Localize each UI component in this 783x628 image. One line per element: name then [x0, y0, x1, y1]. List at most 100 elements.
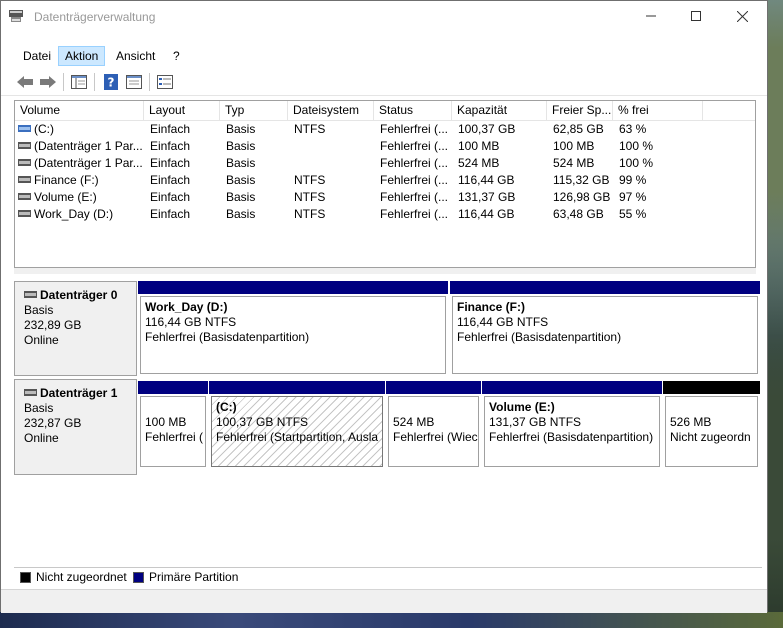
partition-size: 100,37 GB NTFS: [216, 415, 309, 429]
cell-typ: Basis: [226, 122, 256, 136]
menu-ansicht[interactable]: Ansicht: [110, 47, 161, 65]
desktop-taskbar-strip: [0, 612, 783, 628]
table-row[interactable]: (Datenträger 1 Par... Einfach Basis Fehl…: [15, 155, 755, 172]
cell-volume: (Datenträger 1 Par...: [34, 156, 142, 170]
partition-body: 526 MB Nicht zugeordn: [665, 396, 758, 467]
cell-freier-speicher: 63,48 GB: [553, 207, 604, 221]
cell-typ: Basis: [226, 207, 256, 221]
disk-name: Datenträger 0: [40, 288, 118, 302]
cell-volume: (C:): [34, 122, 54, 136]
unallocated-bar: [663, 381, 760, 394]
partition-unallocated[interactable]: 526 MB Nicht zugeordn: [663, 381, 760, 469]
cell-layout: Einfach: [150, 190, 191, 204]
cell-dateisystem: NTFS: [294, 173, 326, 187]
close-button[interactable]: [719, 1, 765, 31]
drive-icon: [18, 193, 31, 201]
column-header-prozent-frei[interactable]: % frei: [613, 101, 703, 120]
partition-size: 131,37 GB NTFS: [489, 415, 582, 429]
menu-help[interactable]: ?: [167, 47, 186, 65]
toolbar-separator: [63, 73, 64, 91]
column-header-freier-speicher[interactable]: Freier Sp...: [547, 101, 613, 120]
properties-icon: [126, 75, 142, 89]
disk-management-icon: [9, 10, 23, 22]
column-header-layout[interactable]: Layout: [144, 101, 220, 120]
menu-bar: Datei Aktion Ansicht ?: [1, 45, 767, 67]
title-bar: Datenträgerverwaltung: [1, 1, 767, 31]
menu-datei[interactable]: Datei: [17, 47, 57, 65]
volume-list-header: Volume Layout Typ Dateisystem Status Kap…: [15, 101, 755, 121]
back-arrow-icon: [17, 76, 33, 88]
partition-body: 524 MB Fehlerfrei (Wiec: [388, 396, 479, 467]
console-tree-icon: [71, 75, 87, 89]
forward-arrow-icon: [40, 76, 56, 88]
cell-typ: Basis: [226, 156, 256, 170]
forward-button[interactable]: [38, 73, 58, 91]
partition-title: Work_Day (D:): [145, 300, 228, 314]
partition-title: Finance (F:): [457, 300, 525, 314]
column-header-kapazitaet[interactable]: Kapazität: [452, 101, 547, 120]
cell-freier-speicher: 115,32 GB: [553, 173, 610, 187]
cell-status: Fehlerfrei (...: [380, 139, 449, 153]
cell-layout: Einfach: [150, 139, 191, 153]
toolbar-separator: [149, 73, 150, 91]
cell-volume: Work_Day (D:): [34, 207, 114, 221]
primary-partition-bar: [209, 381, 385, 394]
partition-efi[interactable]: 100 MB Fehlerfrei (: [138, 381, 208, 469]
drive-icon: [18, 176, 31, 184]
partition-c[interactable]: (C:) 100,37 GB NTFS Fehlerfrei (Startpar…: [209, 381, 385, 469]
disk-0-label[interactable]: Datenträger 0 Basis 232,89 GB Online: [14, 281, 137, 376]
partition-work-day[interactable]: Work_Day (D:) 116,44 GB NTFS Fehlerfrei …: [138, 281, 448, 376]
table-row[interactable]: Volume (E:) Einfach Basis NTFS Fehlerfre…: [15, 189, 755, 206]
partition-status: Fehlerfrei (: [145, 430, 204, 444]
cell-layout: Einfach: [150, 156, 191, 170]
hard-disk-icon: [24, 389, 37, 397]
table-row[interactable]: Finance (F:) Einfach Basis NTFS Fehlerfr…: [15, 172, 755, 189]
partition-status: Fehlerfrei (Startpartition, Ausla: [216, 430, 379, 444]
partition-size: 100 MB: [145, 415, 187, 429]
partition-volume-e[interactable]: Volume (E:) 131,37 GB NTFS Fehlerfrei (B…: [482, 381, 662, 469]
column-header-volume[interactable]: Volume: [15, 101, 144, 120]
table-row[interactable]: Work_Day (D:) Einfach Basis NTFS Fehlerf…: [15, 206, 755, 223]
column-header-dateisystem[interactable]: Dateisystem: [288, 101, 374, 120]
console-tree-button[interactable]: [69, 73, 89, 91]
back-button[interactable]: [15, 73, 35, 91]
maximize-button[interactable]: [673, 1, 719, 31]
partition-finance[interactable]: Finance (F:) 116,44 GB NTFS Fehlerfrei (…: [450, 281, 760, 376]
window-title: Datenträgerverwaltung: [34, 10, 156, 24]
table-row[interactable]: (Datenträger 1 Par... Einfach Basis Fehl…: [15, 138, 755, 155]
cell-kapazitaet: 524 MB: [458, 156, 500, 170]
partition-size: 526 MB: [670, 415, 712, 429]
partition-status: Fehlerfrei (Basisdatenpartition): [145, 330, 310, 344]
column-header-typ[interactable]: Typ: [220, 101, 288, 120]
cell-kapazitaet: 100 MB: [458, 139, 500, 153]
minimize-icon: [646, 15, 656, 17]
disk-graphical-view: Datenträger 0 Basis 232,89 GB Online Wor…: [14, 274, 762, 564]
cell-typ: Basis: [226, 173, 256, 187]
partition-recovery[interactable]: 524 MB Fehlerfrei (Wiec: [386, 381, 481, 469]
cell-volume: (Datenträger 1 Par...: [34, 139, 142, 153]
cell-status: Fehlerfrei (...: [380, 122, 449, 136]
table-row[interactable]: (C:) Einfach Basis NTFS Fehlerfrei (... …: [15, 121, 755, 138]
partition-size: 116,44 GB NTFS: [457, 315, 549, 329]
column-header-status[interactable]: Status: [374, 101, 452, 120]
properties-button[interactable]: [124, 73, 144, 91]
cell-prozent-frei: 97 %: [619, 190, 647, 204]
partition-size: 524 MB: [393, 415, 435, 429]
menu-aktion[interactable]: Aktion: [58, 46, 106, 66]
cell-layout: Einfach: [150, 122, 191, 136]
cell-freier-speicher: 126,98 GB: [553, 190, 611, 204]
minimize-button[interactable]: [628, 1, 674, 31]
partition-body: (C:) 100,37 GB NTFS Fehlerfrei (Startpar…: [211, 396, 383, 467]
cell-freier-speicher: 100 MB: [553, 139, 595, 153]
cell-dateisystem: NTFS: [294, 190, 326, 204]
system-drive-icon: [18, 125, 31, 133]
cell-kapazitaet: 131,37 GB: [458, 190, 516, 204]
disk-type: Basis: [24, 401, 54, 415]
drive-icon: [18, 159, 31, 167]
partition-status: Fehlerfrei (Basisdatenpartition): [457, 330, 622, 344]
help-button[interactable]: ?: [101, 73, 121, 91]
svg-text:?: ?: [108, 76, 115, 90]
list-view-button[interactable]: [155, 73, 175, 91]
volume-list[interactable]: Volume Layout Typ Dateisystem Status Kap…: [14, 100, 756, 268]
disk-1-label[interactable]: Datenträger 1 Basis 232,87 GB Online: [14, 379, 137, 475]
